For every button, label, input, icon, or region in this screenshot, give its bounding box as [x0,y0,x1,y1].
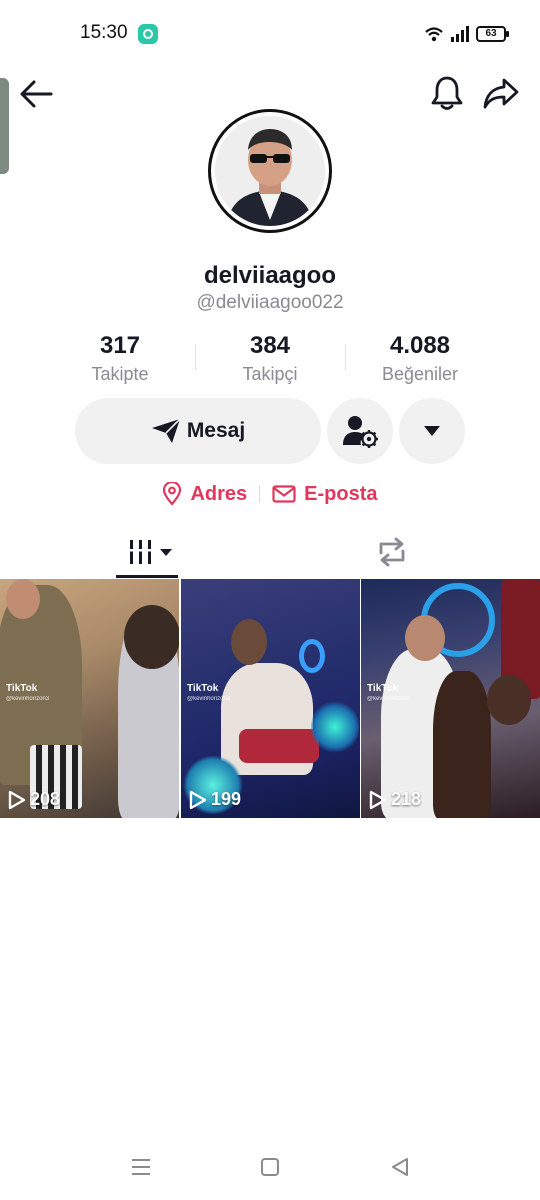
location-pin-icon [163,482,182,506]
tab-videos[interactable] [62,524,242,580]
email-label: E-posta [304,482,378,505]
stat-following[interactable]: 317 Takipte [50,332,190,386]
video-thumbnail-figure [239,729,319,763]
status-time: 15:30 [80,22,128,43]
stat-value: 4.088 [389,332,451,359]
chat-app-icon [138,24,158,44]
wifi-icon [425,27,443,42]
watermark-text: TikTok [6,683,38,694]
profile-stats: 317 Takipte 384 Takipçi 4.088 Beğeniler [40,332,500,386]
home-button[interactable] [250,1150,290,1184]
message-label: Mesaj [186,419,246,442]
video-thumbnail-figure [405,615,445,661]
tiktok-watermark: TikTok @kevinhorizon3 [367,683,410,705]
profile-avatar[interactable] [208,109,332,233]
watermark-text: TikTok [367,683,399,694]
profile-actions: Mesaj [0,398,540,466]
grid-columns-icon [128,540,172,564]
stat-value: 317 [99,332,141,359]
profile-links: Adres E-posta [0,480,540,508]
stat-followers[interactable]: 384 Takipçi [200,332,340,386]
active-tab-indicator [116,575,178,578]
send-icon [151,418,181,443]
video-thumbnail-figure [299,639,325,673]
stat-divider [195,344,196,370]
view-count-value: 218 [391,789,422,809]
video-tile[interactable]: TikTok @kevinhorizon3 199 [181,579,360,818]
menu-icon [132,1159,150,1175]
video-thumbnail-figure [6,579,40,619]
video-thumbnail-figure [433,671,491,818]
play-icon [369,790,387,809]
stat-label: Beğeniler [381,364,459,384]
video-thumbnail-figure [124,605,179,669]
video-thumbnail-figure [231,619,267,665]
back-arrow-icon [20,80,53,108]
recent-apps-button[interactable] [121,1150,161,1184]
stat-divider [345,344,346,370]
play-icon [8,790,26,809]
link-divider [259,485,261,503]
view-count: 199 [189,789,241,810]
username-handle: @delviiaagoo022 [196,292,344,313]
status-icons: 63 [424,24,509,44]
address-label: Adres [190,482,248,505]
status-bar: 15:30 63 [0,0,540,68]
signal-icon [451,26,469,42]
watermark-handle: @kevinhorizon3 [367,696,411,702]
follow-settings-button[interactable] [327,398,393,464]
back-button[interactable] [16,74,56,114]
address-link[interactable]: Adres [162,482,247,506]
content-tabs [0,524,540,580]
tiktok-watermark: TikTok @kevinhorizon3 [6,683,49,705]
battery-icon: 63 [476,26,509,42]
mail-icon [272,485,296,503]
avatar-photo [215,116,325,226]
stat-label: Takipçi [242,364,298,384]
video-tile[interactable]: TikTok @kevinhorizon3 208 [0,579,179,818]
stat-likes[interactable]: 4.088 Beğeniler [350,332,490,386]
back-triangle-icon [392,1158,408,1176]
play-icon [189,790,207,809]
edge-panel-handle[interactable] [0,78,9,174]
stat-value: 384 [249,332,291,359]
tab-reposts[interactable] [302,524,482,580]
home-square-icon [261,1158,279,1176]
watermark-text: TikTok [187,683,219,694]
view-count-value: 199 [211,789,242,809]
share-icon [483,78,519,109]
system-nav-bar [0,1150,540,1184]
repost-icon [379,537,405,567]
person-photo [215,116,325,226]
tiktok-watermark: TikTok @kevinhorizon3 [187,683,230,705]
watermark-handle: @kevinhorizon3 [187,696,231,702]
bell-icon [431,76,463,110]
video-tile[interactable]: TikTok @kevinhorizon3 218 [361,579,540,818]
video-thumbnail-figure [487,675,531,725]
view-count: 208 [8,789,60,810]
display-name: delviiaagoo [203,262,337,289]
video-thumbnail-figure [311,699,359,755]
share-button[interactable] [480,72,522,114]
email-link[interactable]: E-posta [272,482,378,506]
message-button[interactable]: Mesaj [75,398,321,464]
stat-label: Takipte [91,364,149,384]
more-options-dropdown[interactable] [399,398,465,464]
video-grid: TikTok @kevinhorizon3 208 TikTok @kevinh… [0,579,540,818]
view-count-value: 208 [30,789,61,809]
watermark-handle: @kevinhorizon3 [6,696,50,702]
caret-down-icon [424,426,440,436]
user-settings-icon [343,416,378,448]
notifications-button[interactable] [426,72,468,114]
system-back-button[interactable] [380,1150,420,1184]
view-count: 218 [369,789,421,810]
